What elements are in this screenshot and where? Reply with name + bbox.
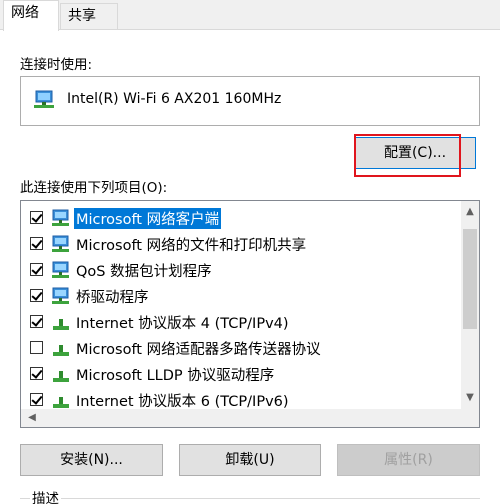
tab-sharing[interactable]: 共享: [60, 3, 118, 30]
vertical-scrollbar[interactable]: ▲ ▼: [461, 201, 479, 409]
protocol-icon: [53, 371, 69, 382]
item-label: Internet 协议版本 6 (TCP/IPv6): [76, 394, 289, 410]
scroll-up-icon[interactable]: ▲: [461, 203, 479, 221]
items-label: 此连接使用下列项目(O):: [20, 180, 168, 196]
list-item[interactable]: 桥驱动程序: [21, 283, 461, 309]
item-checkbox[interactable]: [30, 237, 43, 250]
scroll-left-icon[interactable]: ◀: [23, 409, 41, 427]
network-client-icon: [52, 235, 69, 252]
item-label: Microsoft 网络适配器多路传送器协议: [76, 342, 321, 358]
item-checkbox[interactable]: [30, 341, 43, 354]
description-label: 描述: [30, 487, 61, 504]
item-checkbox[interactable]: [30, 263, 43, 276]
item-checkbox[interactable]: [30, 367, 43, 380]
list-item[interactable]: Internet 协议版本 4 (TCP/IPv4): [21, 309, 461, 335]
scroll-down-icon[interactable]: ▼: [461, 389, 479, 407]
components-list[interactable]: Microsoft 网络客户端 Microsoft 网络的文件和打印机共享 Qo…: [20, 200, 480, 428]
item-checkbox[interactable]: [30, 393, 43, 406]
item-checkbox[interactable]: [30, 211, 43, 224]
configure-button[interactable]: 配置(C)...: [354, 137, 476, 169]
list-item[interactable]: Microsoft 网络客户端: [21, 205, 461, 231]
tab-bar: 网络 共享: [0, 0, 500, 31]
item-label: 桥驱动程序: [76, 290, 149, 306]
item-checkbox[interactable]: [30, 289, 43, 302]
protocol-icon: [53, 397, 69, 408]
horizontal-scrollbar[interactable]: ◀ ▶: [21, 409, 479, 427]
network-client-icon: [52, 261, 69, 278]
list-item[interactable]: Microsoft 网络的文件和打印机共享: [21, 231, 461, 257]
item-label: QoS 数据包计划程序: [76, 264, 212, 280]
network-client-icon: [52, 209, 69, 226]
tab-network[interactable]: 网络: [3, 0, 59, 31]
network-adapter-icon: [34, 90, 54, 108]
item-label: Microsoft LLDP 协议驱动程序: [76, 368, 275, 384]
install-button[interactable]: 安装(N)...: [20, 444, 163, 476]
item-label: Microsoft 网络的文件和打印机共享: [76, 238, 307, 254]
adapter-field: Intel(R) Wi-Fi 6 AX201 160MHz: [20, 76, 480, 126]
connect-using-label: 连接时使用:: [20, 57, 93, 73]
adapter-name: Intel(R) Wi-Fi 6 AX201 160MHz: [67, 91, 282, 107]
protocol-icon: [53, 319, 69, 330]
list-item[interactable]: Microsoft 网络适配器多路传送器协议: [21, 335, 461, 361]
protocol-icon: [53, 345, 69, 356]
properties-button[interactable]: 属性(R): [337, 444, 480, 476]
item-checkbox[interactable]: [30, 315, 43, 328]
list-item[interactable]: QoS 数据包计划程序: [21, 257, 461, 283]
network-client-icon: [52, 287, 69, 304]
scrollbar-corner: [461, 409, 479, 427]
uninstall-button[interactable]: 卸载(U): [179, 444, 321, 476]
description-group: [20, 498, 480, 504]
item-label: Internet 协议版本 4 (TCP/IPv4): [76, 316, 289, 332]
item-label: Microsoft 网络客户端: [74, 208, 222, 229]
list-item[interactable]: Microsoft LLDP 协议驱动程序: [21, 361, 461, 387]
scroll-thumb[interactable]: [463, 229, 477, 329]
